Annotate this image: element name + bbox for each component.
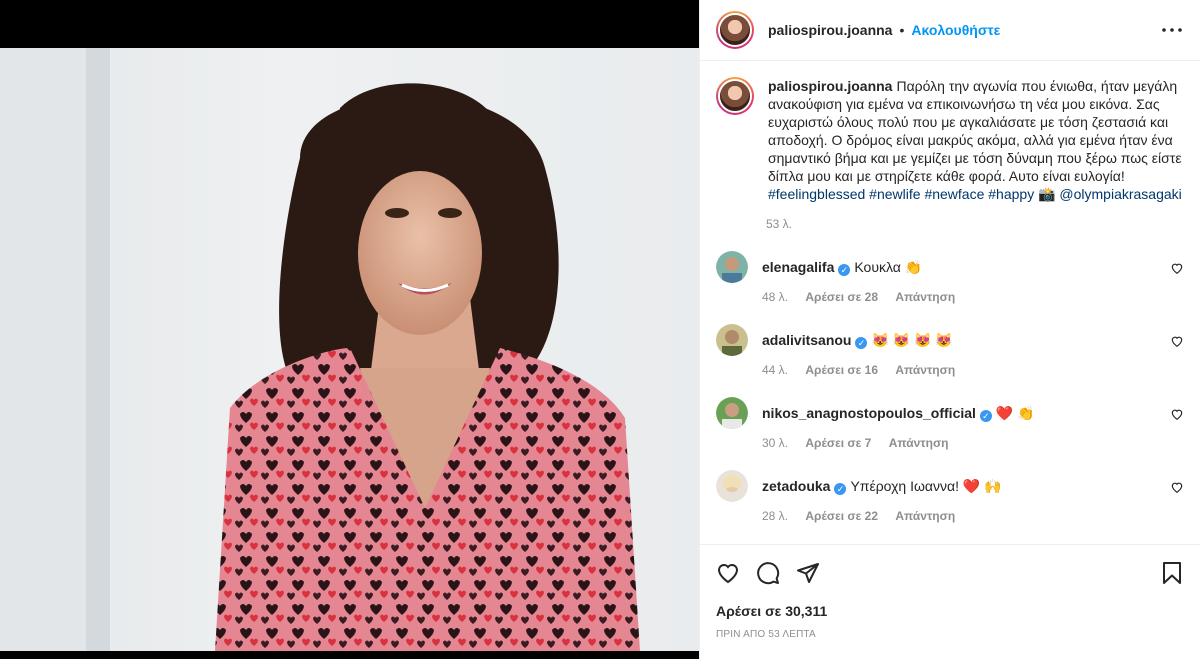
reply-button[interactable]: Απάντηση xyxy=(895,290,955,304)
commenter-avatar[interactable] xyxy=(716,251,748,283)
comment-text: Υπέροχη Ιωαννα! ❤️ 🙌 xyxy=(850,478,1002,494)
comments-list[interactable]: paliospirou.joanna Παρόλη την αγωνία που … xyxy=(700,61,1200,544)
commenter-avatar[interactable] xyxy=(716,470,748,502)
commenter-avatar[interactable] xyxy=(716,324,748,356)
comment-item: adalivitsanou ✓ 😻 😻 😻 😻 44 λ. Αρέσει σε 16… xyxy=(716,324,1184,377)
heart-icon[interactable] xyxy=(716,561,740,585)
verified-badge-icon: ✓ xyxy=(834,483,847,495)
verified-badge-icon: ✓ xyxy=(979,410,992,422)
more-options-icon[interactable] xyxy=(1160,18,1184,42)
author-avatar[interactable] xyxy=(716,11,754,49)
comment-age: 28 λ. xyxy=(762,509,789,523)
comment-text: ❤️ 👏 xyxy=(995,405,1035,421)
caption-age: 53 λ. xyxy=(766,217,793,231)
comment-age: 44 λ. xyxy=(762,363,789,377)
bookmark-icon[interactable] xyxy=(1160,561,1184,585)
photo-illustration xyxy=(0,48,640,651)
post-header: paliospirou.joanna • Ακολουθήστε xyxy=(700,0,1200,61)
comment-username[interactable]: elenagalifa xyxy=(762,259,834,275)
caption-avatar[interactable] xyxy=(716,77,754,115)
instagram-post-page: paliospirou.joanna • Ακολουθήστε paliosp… xyxy=(0,0,1200,659)
comment-likes[interactable]: Αρέσει σε 7 xyxy=(805,436,871,450)
header-separator: • xyxy=(899,22,905,38)
comment-item: elenagalifa ✓ Κουκλα 👏 48 λ. Αρέσει σε 28 … xyxy=(716,251,1184,304)
caption: paliospirou.joanna Παρόλη την αγωνία που … xyxy=(716,77,1184,203)
comment-text: 😻 😻 😻 😻 xyxy=(871,332,953,348)
follow-button[interactable]: Ακολουθήστε xyxy=(911,22,1000,38)
comment-username[interactable]: adalivitsanou xyxy=(762,332,851,348)
post-photo[interactable] xyxy=(0,48,699,651)
caption-text: paliospirou.joanna Παρόλη την αγωνία που … xyxy=(768,77,1184,203)
comment-likes[interactable]: Αρέσει σε 28 xyxy=(805,290,878,304)
share-icon[interactable] xyxy=(796,561,820,585)
comment-likes[interactable]: Αρέσει σε 22 xyxy=(805,509,878,523)
post-side-panel: paliospirou.joanna • Ακολουθήστε paliosp… xyxy=(699,0,1200,659)
comment-text: Κουκλα 👏 xyxy=(854,259,923,275)
comment-like-icon[interactable] xyxy=(1170,334,1184,348)
reply-button[interactable]: Απάντηση xyxy=(889,436,949,450)
action-icons-row xyxy=(716,553,1184,593)
reply-button[interactable]: Απάντηση xyxy=(895,363,955,377)
post-actions: Αρέσει σε 30,311 ΠΡΙΝ ΑΠΟ 53 ΛΕΠΤΑ xyxy=(700,544,1200,659)
photo-pane xyxy=(0,0,699,659)
verified-badge-icon: ✓ xyxy=(838,264,851,276)
comment-like-icon[interactable] xyxy=(1170,407,1184,421)
comment-item: nikos_anagnostopoulos_official ✓ ❤️ 👏 30 λ… xyxy=(716,397,1184,450)
comment-item: zetadouka ✓ Υπέροχη Ιωαννα! ❤️ 🙌 28 λ. Αρέ… xyxy=(716,470,1184,523)
verified-badge-icon: ✓ xyxy=(855,337,868,349)
comment-username[interactable]: zetadouka xyxy=(762,478,830,494)
comment-like-icon[interactable] xyxy=(1170,261,1184,275)
comment-like-icon[interactable] xyxy=(1170,480,1184,494)
comment-age: 30 λ. xyxy=(762,436,789,450)
comment-username[interactable]: nikos_anagnostopoulos_official xyxy=(762,405,976,421)
caption-username[interactable]: paliospirou.joanna xyxy=(768,78,892,94)
author-username[interactable]: paliospirou.joanna xyxy=(768,22,892,38)
comment-likes[interactable]: Αρέσει σε 16 xyxy=(805,363,878,377)
reply-button[interactable]: Απάντηση xyxy=(895,509,955,523)
caption-hashtags[interactable]: #feelingblessed #newlife #newface #happy… xyxy=(768,186,1182,202)
likes-count[interactable]: Αρέσει σε 30,311 xyxy=(716,603,1184,619)
comment-icon[interactable] xyxy=(756,561,780,585)
commenter-avatar[interactable] xyxy=(716,397,748,429)
post-timestamp[interactable]: ΠΡΙΝ ΑΠΟ 53 ΛΕΠΤΑ xyxy=(716,629,1184,640)
comment-age: 48 λ. xyxy=(762,290,789,304)
